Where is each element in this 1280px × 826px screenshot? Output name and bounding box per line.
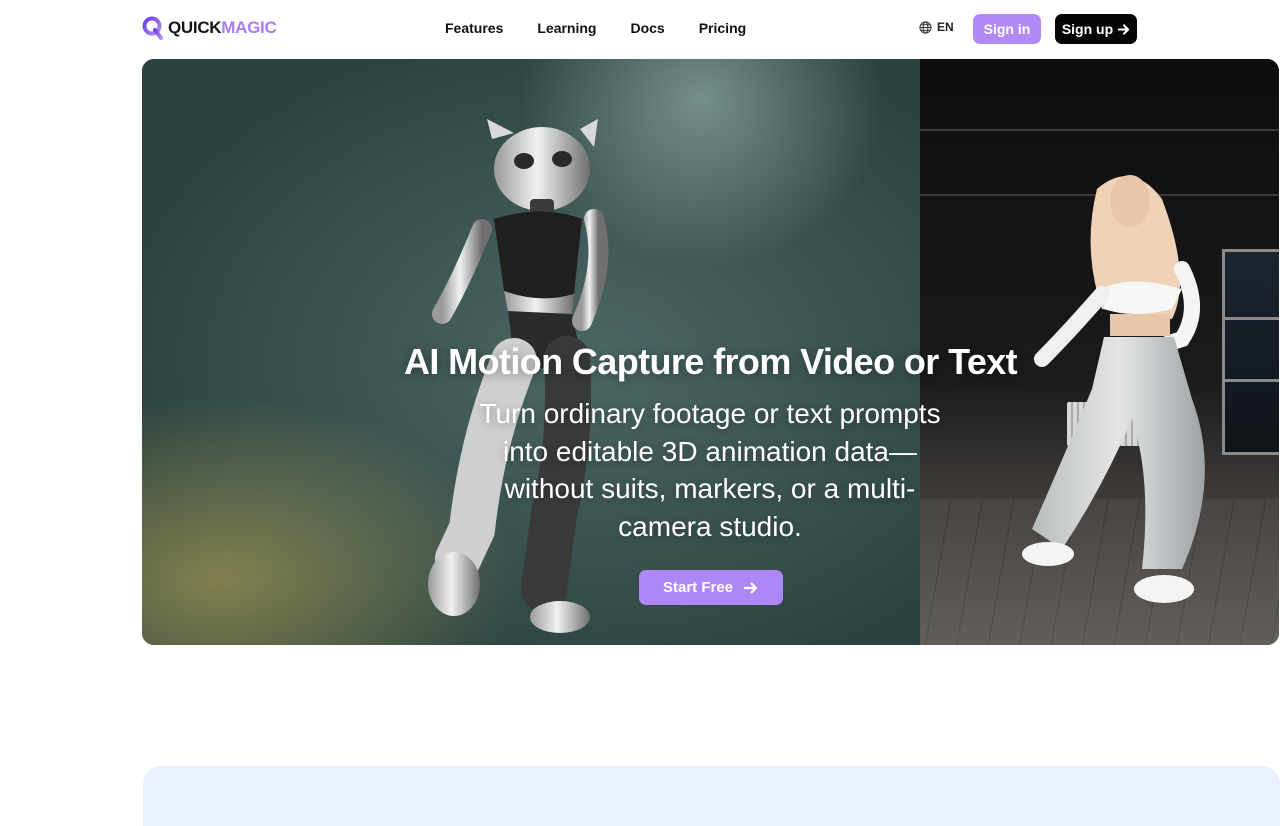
language-label: EN	[937, 20, 954, 34]
logo-part-magic: MAGIC	[221, 18, 277, 37]
logo-part-quick: QUICK	[168, 18, 222, 37]
next-section-panel	[143, 766, 1280, 826]
sign-up-label: Sign up	[1061, 21, 1114, 37]
start-free-label: Start Free	[662, 579, 734, 596]
nav-docs[interactable]: Docs	[630, 19, 664, 37]
arrow-right-icon	[743, 581, 758, 594]
sign-up-button[interactable]: Sign up	[1055, 14, 1137, 44]
logo-wordmark: QUICKMAGIC	[168, 16, 277, 40]
nav-pricing[interactable]: Pricing	[699, 19, 746, 37]
site-header: QUICKMAGIC Features Learning Docs Pricin…	[0, 0, 1280, 58]
main-nav: Features Learning Docs Pricing	[445, 19, 746, 37]
logo-q-icon	[142, 16, 163, 40]
arrow-right-icon	[1117, 23, 1130, 35]
hero-subtitle: Turn ordinary footage or text prompts in…	[479, 398, 941, 542]
hero-content: AI Motion Capture from Video or Text Tur…	[142, 59, 1279, 645]
nav-learning[interactable]: Learning	[537, 19, 596, 37]
globe-icon	[919, 20, 932, 34]
sign-in-button[interactable]: Sign in	[973, 14, 1041, 44]
hero-title: AI Motion Capture from Video or Text	[403, 341, 1018, 382]
nav-features[interactable]: Features	[445, 19, 503, 37]
quickmagic-logo[interactable]: QUICKMAGIC	[142, 16, 277, 40]
hero-section: AI Motion Capture from Video or Text Tur…	[142, 59, 1279, 645]
start-free-button[interactable]: Start Free	[639, 570, 783, 605]
language-selector[interactable]: EN	[919, 20, 954, 34]
